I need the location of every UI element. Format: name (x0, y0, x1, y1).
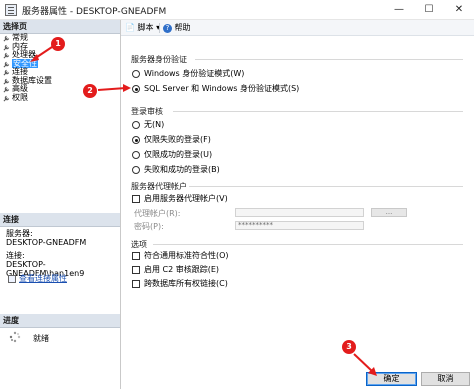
security-page: 服务器身份验证 Windows 身份验证模式(W) SQL Server 和 W… (121, 36, 474, 364)
proxy-password-input[interactable]: ********** (235, 221, 364, 230)
connection-header: 连接 (0, 213, 120, 227)
close-button[interactable]: ✕ (444, 0, 474, 20)
connection-label: 连接: (6, 251, 25, 260)
wrench-icon (3, 69, 10, 76)
properties-icon (8, 274, 16, 283)
help-icon: ? (163, 24, 172, 33)
checkbox-label: 启用服务器代理帐户(V) (144, 194, 228, 203)
radio-button[interactable] (132, 70, 140, 78)
proxy-group-label: 服务器代理帐户 (131, 182, 187, 191)
left-pane: 选择页 常规 内存 处理器 安全性 连接 数据库设置 高级 权限 连接 服务器:… (0, 20, 121, 389)
ok-button[interactable]: 确定 (366, 372, 417, 386)
maximize-button[interactable]: ☐ (414, 0, 444, 20)
wrench-icon (3, 52, 10, 59)
script-button[interactable]: 📄 脚本 ▾ (125, 22, 160, 34)
sidebar-item-label: 处理器 (12, 50, 36, 59)
checkbox[interactable] (132, 252, 140, 260)
annotation-marker-2: 2 (83, 84, 97, 98)
radio-label: Windows 身份验证模式(W) (144, 69, 245, 78)
proxy-browse-button[interactable]: ... (371, 208, 407, 217)
checkbox-label: 跨数据库所有权链接(C) (144, 279, 228, 288)
radio-button[interactable] (132, 121, 140, 129)
checkbox[interactable] (132, 195, 140, 203)
help-label: 帮助 (174, 23, 191, 32)
radio-button[interactable] (132, 151, 140, 159)
select-page-header: 选择页 (0, 20, 120, 34)
divider (173, 111, 463, 112)
options-group-label: 选项 (131, 240, 147, 249)
toolbar-separator (159, 23, 160, 33)
minimize-button[interactable]: — (384, 0, 414, 20)
sidebar-item-permissions[interactable]: 权限 (0, 92, 120, 103)
server-auth-group-label: 服务器身份验证 (131, 55, 187, 64)
radio-button[interactable] (132, 136, 140, 144)
toolbar: 📄 脚本 ▾ ? 帮助 (121, 20, 474, 36)
script-label: 脚本 (137, 23, 154, 32)
radio-button[interactable] (132, 166, 140, 174)
radio-label: 仅限成功的登录(U) (144, 150, 213, 159)
proxy-password-label: 密码(P): (134, 222, 164, 231)
view-connection-properties-link[interactable]: 查看连接属性 (8, 273, 67, 284)
wrench-icon (3, 35, 10, 42)
radio-button[interactable] (132, 85, 140, 93)
progress-status: 就绪 (33, 334, 49, 343)
checkbox-label: 符合通用标准符合性(O) (144, 251, 229, 260)
wrench-icon (3, 78, 10, 84)
divider (195, 59, 463, 60)
server-label: 服务器: (6, 229, 33, 238)
wrench-icon (3, 95, 10, 101)
script-icon: 📄 (125, 23, 135, 32)
view-connection-properties-label: 查看连接属性 (19, 274, 67, 283)
checkbox-label: 启用 C2 审核跟踪(E) (144, 265, 220, 274)
wrench-icon (3, 61, 10, 67)
dialog-buttons: 确定 取消 (121, 364, 474, 389)
wrench-icon (3, 86, 10, 93)
radio-label: 无(N) (144, 120, 165, 129)
app-icon (5, 4, 17, 16)
divider (189, 186, 463, 187)
progress-spinner-icon (9, 331, 21, 343)
server-value: DESKTOP-GNEADFM (6, 238, 87, 247)
radio-label: 仅限失败的登录(F) (144, 135, 211, 144)
help-button[interactable]: ? 帮助 (163, 22, 191, 34)
checkbox[interactable] (132, 266, 140, 274)
title-bar: 服务器属性 - DESKTOP-GNEADFM — ☐ ✕ (0, 0, 474, 20)
window-title: 服务器属性 - DESKTOP-GNEADFM (22, 7, 167, 17)
checkbox[interactable] (132, 280, 140, 288)
login-audit-group-label: 登录审核 (131, 107, 163, 116)
proxy-account-label: 代理帐户(R): (134, 209, 181, 218)
radio-label: 失败和成功的登录(B) (144, 165, 220, 174)
cancel-button[interactable]: 取消 (421, 372, 470, 386)
progress-header: 进度 (0, 314, 120, 328)
radio-label: SQL Server 和 Windows 身份验证模式(S) (144, 84, 300, 93)
annotation-marker-3: 3 (342, 340, 356, 354)
connection-info: 服务器: DESKTOP-GNEADFM 连接: DESKTOP-GNEADFM… (6, 229, 118, 278)
annotation-marker-1: 1 (51, 37, 65, 51)
sidebar-item-label: 权限 (12, 92, 28, 102)
proxy-account-input[interactable] (235, 208, 364, 217)
divider (153, 244, 463, 245)
wrench-icon (3, 44, 10, 50)
